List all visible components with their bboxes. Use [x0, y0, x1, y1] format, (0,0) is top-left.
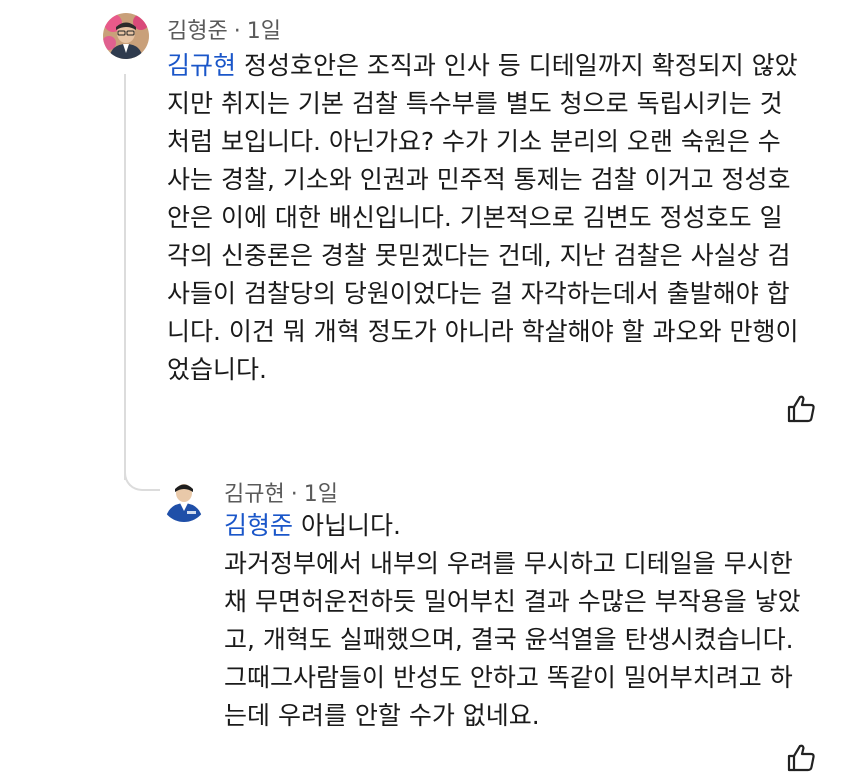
comment-line: 처럼 보입니다. 아닌가요? 수가 기소 분리의 오랜 숙원은 수 — [167, 127, 781, 156]
comment-line: 었습니다. — [167, 355, 267, 384]
mention-link[interactable]: 김규현 — [167, 51, 236, 80]
reply-time: 1일 — [303, 482, 338, 507]
reply-meta: 김규현 · 1일 — [224, 476, 338, 508]
thumbs-up-icon — [787, 744, 815, 772]
reply-line: 는데 우려를 안할 수가 없네요. — [224, 701, 540, 730]
reply-line: 과거정부에서 내부의 우려를 무시하고 디테일을 무시한 — [224, 549, 793, 578]
comment-line: 각의 신중론은 경찰 못믿겠다는 건데, 지난 검찰은 사실상 검 — [167, 241, 791, 270]
avatar[interactable] — [103, 13, 149, 59]
reply-line: 김형준 아닙니다. — [224, 511, 401, 540]
like-button[interactable] — [785, 742, 817, 774]
thread-connector — [124, 455, 160, 491]
comment-body: 김규현 정성호안은 조직과 인사 등 디테일까지 확정되지 않았 지만 취지는 … — [167, 47, 798, 389]
comment-meta: 김형준 · 1일 — [167, 13, 281, 45]
comment-line: 사들이 검찰당의 당원이었다는 걸 자각하는데서 출발해야 합 — [167, 279, 790, 308]
meta-separator: · — [290, 482, 298, 507]
comment-line: 김규현 정성호안은 조직과 인사 등 디테일까지 확정되지 않았 — [167, 51, 798, 80]
comment-line: 사는 경찰, 기소와 인권과 민주적 통제는 검찰 이거고 정성호 — [167, 165, 791, 194]
reply-line: 그때그사람들이 반성도 안하고 똑같이 밀어부치려고 하 — [224, 663, 793, 692]
like-button[interactable] — [785, 393, 817, 425]
reply-author[interactable]: 김규현 — [224, 482, 285, 507]
thread-line — [124, 74, 126, 480]
mention-link[interactable]: 김형준 — [224, 511, 293, 540]
avatar[interactable] — [161, 476, 207, 522]
reply-line: 채 무면허운전하듯 밀어부친 결과 수많은 부작용을 낳았 — [224, 587, 801, 616]
comment-line: 안은 이에 대한 배신입니다. 기본적으로 김변도 정성호도 일 — [167, 203, 783, 232]
comment-time: 1일 — [246, 19, 281, 44]
comment-line: 니다. 이건 뭐 개혁 정도가 아니라 학살해야 할 과오와 만행이 — [167, 317, 799, 346]
reply-body: 김형준 아닙니다. 과거정부에서 내부의 우려를 무시하고 디테일을 무시한 채… — [224, 507, 801, 735]
comment-author[interactable]: 김형준 — [167, 19, 228, 44]
meta-separator: · — [233, 19, 241, 44]
reply-line: 고, 개혁도 실패했으며, 결국 윤석열을 탄생시켰습니다. — [224, 625, 794, 654]
comment-line: 지만 취지는 기본 검찰 특수부를 별도 청으로 독립시키는 것 — [167, 89, 783, 118]
thumbs-up-icon — [787, 395, 815, 423]
